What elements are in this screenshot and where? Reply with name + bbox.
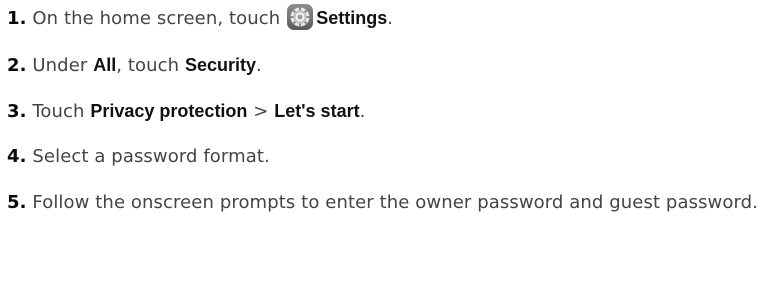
step-number: 1. [7,8,27,29]
step-punctuation: . [256,55,262,76]
step-4: 4. Select a password format. [7,141,270,173]
menu-separator: > [247,101,275,122]
step-text: On the home screen, touch [32,8,281,29]
step-5: 5. Follow the onscreen prompts to enter … [7,187,759,219]
step-text: , touch [116,55,185,76]
security-label: Security [184,55,257,75]
step-text: Under [32,55,94,76]
step-number: 4. [7,146,27,167]
step-number: 5. [7,192,27,213]
settings-label: Settings [316,8,388,28]
step-2: 2. Under All, touch Security. [7,49,262,82]
all-label: All [93,55,117,75]
settings-gear-icon [286,3,314,31]
step-punctuation: . [359,101,366,122]
step-text: Follow the onscreen prompts to enter the… [32,192,759,213]
step-punctuation: . [387,8,394,29]
lets-start-label: Let's start [274,101,360,121]
step-number: 2. [7,55,27,76]
step-text: Select a password format. [32,146,270,167]
step-number: 3. [7,101,27,122]
step-3: 3. Touch Privacy protection > Let's star… [7,95,365,128]
privacy-protection-label: Privacy protection [90,101,248,121]
step-1: 1. On the home screen, touch Settings. [7,2,393,35]
step-text: Touch [32,101,91,122]
